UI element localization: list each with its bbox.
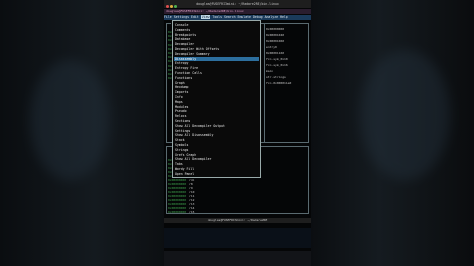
minimize-icon[interactable] <box>170 4 173 8</box>
view-menu-item[interactable]: Pseudo <box>175 109 187 113</box>
menu-debug[interactable]: Debug <box>253 15 263 19</box>
right-panel-row[interactable]: 0x00001060 <box>266 39 284 43</box>
right-panel-row[interactable]: 0x00000000 <box>266 27 284 31</box>
view-menu-item[interactable]: Decompiler With Offsets <box>175 47 219 51</box>
view-dropdown-menu[interactable]: Console Comments Breakpoints Database Decomp… <box>172 20 261 178</box>
right-panel-row[interactable]: entry0 <box>266 45 277 49</box>
view-menu-item[interactable]: Show All Decompiler Output <box>175 124 225 128</box>
background-glow-right <box>360 50 450 180</box>
view-menu-item[interactable]: Wordy Fill <box>175 167 194 171</box>
view-menu-item[interactable]: Modules <box>175 105 188 109</box>
register-name: r15 <box>189 210 195 214</box>
view-menu-item[interactable]: Strings <box>175 148 188 152</box>
view-menu-item[interactable]: Tabs <box>175 162 183 166</box>
view-menu-item[interactable]: Disassembly <box>174 56 259 61</box>
taskbar <box>164 251 311 266</box>
view-menu-item[interactable]: Show All Disassembly <box>175 133 213 137</box>
view-menu-item[interactable]: Imports <box>175 90 188 94</box>
menu-emulate[interactable]: Emulate <box>238 15 251 19</box>
tab-title[interactable]: douglas@FUSEFRI3mini: ~/Radare2RE/bin-li… <box>166 9 244 13</box>
view-menu-item[interactable]: Decompiler <box>175 42 194 46</box>
right-panel-row[interactable]: fcn.0x000011a0 <box>266 81 291 85</box>
view-menu-item[interactable]: Comments <box>175 28 190 32</box>
window-controls <box>166 3 178 9</box>
view-menu-item[interactable]: Entropy <box>175 61 188 65</box>
status-panel <box>164 228 311 248</box>
register-row[interactable]: 0x00000000 r15 <box>168 210 194 214</box>
view-menu-item[interactable]: Symbols <box>175 143 188 147</box>
view-menu-item[interactable]: Sections <box>175 119 190 123</box>
menu-analyze[interactable]: Analyze <box>265 15 278 19</box>
menu-search[interactable]: Search <box>224 15 236 19</box>
view-menu-item[interactable]: Maps <box>175 100 183 104</box>
view-menu-item[interactable]: Functions <box>175 76 192 80</box>
maximize-icon[interactable] <box>174 4 177 8</box>
window-titlebar: douglas@FUSEFRI3mini: ~/Radare2RE/bin-li… <box>164 0 311 8</box>
background-glow-left <box>30 60 110 180</box>
menu-help[interactable]: Help <box>280 15 288 19</box>
menu-view[interactable]: View <box>200 15 211 19</box>
right-panel-row[interactable]: main <box>266 69 273 73</box>
view-menu-item[interactable]: Settings <box>175 129 190 133</box>
tab-bar[interactable]: douglas@FUSEFRI3mini: ~/Radare2RE/bin-li… <box>164 9 311 14</box>
bottom-terminal-title: douglas@FUSEFRI3mini: ~/Radare2RE <box>164 218 311 223</box>
right-panel-row[interactable]: fcn.sym_0x16 <box>266 63 288 67</box>
right-panel-row[interactable]: fcn.sym_0x10 <box>266 57 288 61</box>
view-menu-item[interactable]: Breakpoints <box>175 33 196 37</box>
menu-settings[interactable]: Settings <box>174 15 189 19</box>
register-value: 0x00000000 <box>168 210 187 214</box>
view-menu-item[interactable]: Function Calls <box>175 71 202 75</box>
view-menu-item[interactable]: Console <box>175 23 188 27</box>
view-menu-item[interactable]: Database <box>175 37 190 41</box>
view-menu-item[interactable]: Xrefs Graph <box>175 153 196 157</box>
view-menu-item[interactable]: Graph <box>175 81 185 85</box>
view-menu-item[interactable]: Stack <box>175 138 185 142</box>
close-icon[interactable] <box>166 4 169 8</box>
view-menu-item[interactable]: Show All Decompiler <box>175 157 211 161</box>
right-panel-row[interactable]: 0x00001160 <box>266 51 284 55</box>
view-menu-item[interactable]: Hexdump <box>175 85 188 89</box>
view-menu-item[interactable]: Info <box>175 95 183 99</box>
menu-edit[interactable]: Edit <box>191 15 199 19</box>
view-menu-item[interactable]: Entropy Fire <box>175 66 198 70</box>
right-panel-row[interactable]: 0x00001040 <box>266 33 284 37</box>
menu-tools[interactable]: Tools <box>212 15 222 19</box>
view-menu-item[interactable]: Decompiler Summary <box>175 52 210 56</box>
window-title: douglas@FUSEFRI3mini: ~/Radare2RE/bin-li… <box>196 2 279 6</box>
view-menu-item[interactable]: Open Panel <box>175 172 194 176</box>
menu-file[interactable]: File <box>164 15 172 19</box>
view-menu-item[interactable]: Relocs <box>175 114 187 118</box>
right-panel-row[interactable]: str.strings <box>266 75 286 79</box>
